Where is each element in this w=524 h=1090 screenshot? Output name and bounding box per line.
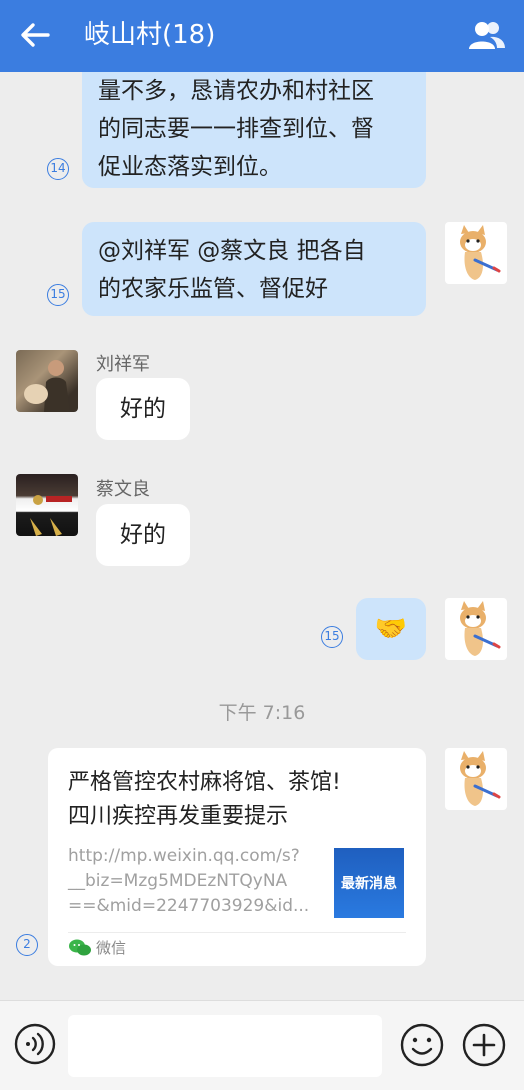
emoji-icon[interactable] [400, 1023, 444, 1067]
avatar-self[interactable] [445, 748, 507, 810]
cap-photo-icon [30, 495, 72, 536]
link-url-line: ==&mid=2247703929&id... [68, 896, 310, 916]
group-members-icon[interactable] [466, 18, 506, 52]
message-line: 的农家乐监管、督促好 [98, 276, 328, 302]
message-bubble-self[interactable]: 🤝 [356, 598, 426, 660]
sender-name: 刘祥军 [96, 354, 150, 375]
chat-area[interactable]: 量不多，恳请农办和村社区 的同志要一一排查到位、督 促业态落实到位。 14 @刘… [0, 72, 524, 1000]
handshake-emoji: 🤝 [374, 614, 408, 644]
link-card[interactable]: 严格管控农村麻将馆、茶馆! 四川疾控再发重要提示 http://mp.weixi… [48, 748, 426, 966]
avatar-self[interactable] [445, 222, 507, 284]
card-divider [68, 932, 406, 933]
cat-avatar-icon [460, 601, 501, 656]
avatar-liu-xiangjun[interactable] [16, 350, 78, 412]
person-photo-icon [24, 360, 70, 412]
wechat-icon [69, 939, 91, 956]
read-count-badge[interactable]: 15 [321, 626, 343, 648]
message-text: 好的 [120, 396, 166, 422]
link-thumbnail: 最新消息 [334, 848, 404, 918]
voice-icon[interactable] [14, 1023, 56, 1065]
link-title-line: 严格管控农村麻将馆、茶馆! [68, 770, 341, 795]
message-input[interactable] [68, 1015, 382, 1077]
message-line: 的同志要一一排查到位、督 [98, 116, 374, 142]
top-bar: 岐山村(18) [0, 0, 524, 72]
message-bubble-other[interactable]: 好的 [96, 378, 190, 440]
link-title-line: 四川疾控再发重要提示 [68, 804, 289, 829]
message-bubble-self[interactable]: @刘祥军 @蔡文良 把各自 的农家乐监管、督促好 [82, 222, 426, 316]
chat-title: 岐山村(18) [84, 20, 216, 50]
link-card-url: http://mp.weixin.qq.com/s? __biz=Mzg5MDE… [68, 844, 316, 919]
plus-icon[interactable] [462, 1023, 506, 1067]
read-count-badge[interactable]: 14 [47, 158, 69, 180]
link-url-line: http://mp.weixin.qq.com/s? [68, 846, 300, 866]
cat-avatar-icon [460, 751, 501, 806]
timestamp: 下午 7:16 [218, 702, 306, 724]
message-text: 好的 [120, 522, 166, 548]
avatar-self[interactable] [445, 598, 507, 660]
message-line: 促业态落实到位。 [98, 154, 282, 180]
read-count-badge[interactable]: 2 [16, 934, 38, 956]
link-card-title: 严格管控农村麻将馆、茶馆! 四川疾控再发重要提示 [68, 766, 408, 834]
cat-avatar-icon [460, 225, 501, 280]
avatar-cai-wenliang[interactable] [16, 474, 78, 536]
message-line: @刘祥军 @蔡文良 把各自 [98, 238, 366, 264]
message-bubble-self[interactable]: 量不多，恳请农办和村社区 的同志要一一排查到位、督 促业态落实到位。 [82, 72, 426, 188]
sender-name: 蔡文良 [96, 479, 150, 500]
link-url-line: __biz=Mzg5MDEzNTQyNA [68, 871, 288, 891]
read-count-badge[interactable]: 15 [47, 284, 69, 306]
message-line: 量不多，恳请农办和村社区 [98, 78, 374, 104]
link-source: 微信 [96, 939, 127, 957]
back-arrow-icon[interactable] [18, 18, 52, 52]
input-bar [0, 1000, 524, 1090]
message-bubble-other[interactable]: 好的 [96, 504, 190, 566]
